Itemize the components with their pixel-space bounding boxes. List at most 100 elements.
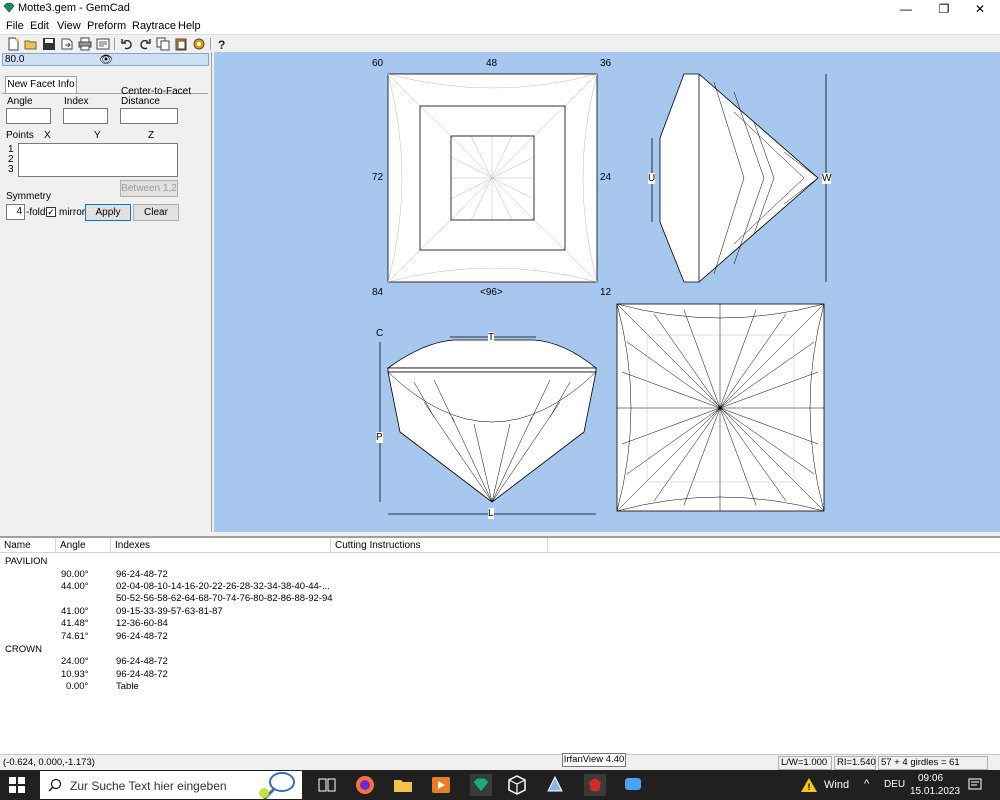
between-button[interactable]: Between 1,2 bbox=[120, 180, 178, 197]
index-label-24: 24 bbox=[600, 172, 612, 183]
index-label-96: <96> bbox=[480, 287, 503, 298]
dimension-l-label: L bbox=[488, 508, 494, 519]
search-icon bbox=[48, 778, 62, 792]
print-icon[interactable] bbox=[78, 37, 92, 51]
facet-indexes[interactable]: 96-24-48-72 bbox=[116, 569, 168, 580]
task-view-icon[interactable] bbox=[316, 774, 338, 796]
facet-indexes[interactable]: 96-24-48-72 bbox=[116, 669, 168, 680]
facet-angle[interactable]: 41.00° bbox=[61, 606, 89, 617]
gemcad-taskbar-icon[interactable] bbox=[470, 774, 492, 796]
gem-viewer-icon[interactable] bbox=[544, 774, 566, 796]
symmetry-label: Symmetry bbox=[6, 191, 51, 202]
points-textarea[interactable] bbox=[18, 143, 178, 177]
menu-preform[interactable]: Preform bbox=[87, 20, 126, 32]
facet-angle[interactable]: 90.00° bbox=[61, 569, 89, 580]
tab-new-facet-info[interactable]: New Facet Info bbox=[5, 76, 77, 93]
taskbar-tooltip: IrfanView 4.40 bbox=[562, 753, 626, 767]
facet-angle[interactable]: 44.00° bbox=[61, 581, 89, 592]
close-button[interactable]: ✕ bbox=[960, 0, 1000, 18]
column-cutting-instructions[interactable]: Cutting Instructions bbox=[331, 538, 548, 553]
fold-input[interactable]: 4 bbox=[6, 204, 25, 220]
menu-help[interactable]: Help bbox=[178, 20, 201, 32]
undo-icon[interactable] bbox=[120, 37, 134, 51]
notification-icon[interactable] bbox=[968, 778, 982, 792]
section-pavilion[interactable]: PAVILION bbox=[5, 556, 47, 567]
zoom-bar[interactable]: 80.0 👁 bbox=[2, 53, 209, 66]
point-num-3: 3 bbox=[8, 164, 14, 175]
irfanview-icon[interactable] bbox=[584, 774, 606, 796]
export-icon[interactable] bbox=[60, 37, 74, 51]
distance-input[interactable] bbox=[120, 108, 178, 124]
new-file-icon[interactable] bbox=[6, 37, 20, 51]
facet-indexes[interactable]: 02-04-08-10-14-16-20-22-26-28-32-34-38-4… bbox=[116, 581, 330, 592]
front-view bbox=[386, 339, 598, 503]
index-label-84: 84 bbox=[372, 287, 384, 298]
angle-input[interactable] bbox=[6, 108, 51, 124]
print-preview-icon[interactable] bbox=[96, 37, 110, 51]
settings-gear-icon[interactable] bbox=[192, 37, 206, 51]
copy-icon[interactable] bbox=[156, 37, 170, 51]
apply-button[interactable]: Apply bbox=[85, 204, 131, 221]
facet-indexes[interactable]: 50-52-56-58-62-64-68-70-74-76-80-82-86-8… bbox=[116, 593, 333, 604]
dimension-t-label: T bbox=[488, 332, 495, 343]
gem-drawing-canvas[interactable]: 60 48 36 72 24 84 <96> 12 U W C T P L bbox=[214, 52, 1000, 532]
facet-angle[interactable]: 0.00° bbox=[66, 681, 88, 692]
z-label: Z bbox=[148, 130, 155, 141]
index-label-60: 60 bbox=[372, 58, 384, 69]
facet-list-header: Name Angle Indexes Cutting Instructions bbox=[0, 538, 1000, 553]
menu-view[interactable]: View bbox=[57, 20, 81, 32]
section-crown[interactable]: CROWN bbox=[5, 644, 42, 655]
column-name[interactable]: Name bbox=[0, 538, 56, 553]
facet-indexes[interactable]: 12-36-60-84 bbox=[116, 618, 168, 629]
column-indexes[interactable]: Indexes bbox=[111, 538, 331, 553]
maximize-button[interactable]: ❐ bbox=[924, 0, 964, 18]
language-indicator[interactable]: DEU bbox=[884, 779, 905, 790]
menu-raytrace[interactable]: Raytrace bbox=[132, 20, 176, 32]
menu-file[interactable]: File bbox=[6, 20, 24, 32]
points-label: Points bbox=[6, 130, 34, 141]
facet-indexes[interactable]: 96-24-48-72 bbox=[116, 656, 168, 667]
paste-icon[interactable] bbox=[174, 37, 188, 51]
clear-button[interactable]: Clear bbox=[133, 204, 179, 221]
open-folder-icon[interactable] bbox=[24, 37, 38, 51]
mirror-checkbox[interactable]: ✓ bbox=[46, 207, 56, 217]
side-view bbox=[659, 73, 819, 283]
facet-angle[interactable]: 74.61° bbox=[61, 631, 89, 642]
facet-indexes[interactable]: 09-15-33-39-57-63-81-87 bbox=[116, 606, 223, 617]
top-view bbox=[387, 73, 598, 283]
redo-icon[interactable] bbox=[138, 37, 152, 51]
minimize-button[interactable]: — bbox=[886, 0, 926, 18]
facet-list: Name Angle Indexes Cutting Instructions … bbox=[0, 536, 1000, 754]
facet-indexes[interactable]: 96-24-48-72 bbox=[116, 631, 168, 642]
clock-time[interactable]: 09:06 bbox=[918, 773, 943, 784]
help-icon[interactable]: ? bbox=[214, 37, 228, 51]
menu-edit[interactable]: Edit bbox=[30, 20, 49, 32]
3d-box-icon[interactable] bbox=[506, 774, 528, 796]
weather-text[interactable]: Wind bbox=[824, 779, 849, 791]
column-angle[interactable]: Angle bbox=[56, 538, 111, 553]
clock-date[interactable]: 15.01.2023 bbox=[910, 786, 960, 797]
facet-angle[interactable]: 24.00° bbox=[61, 656, 89, 667]
index-label-36: 36 bbox=[600, 58, 612, 69]
search-placeholder: Zur Suche Text hier eingeben bbox=[70, 779, 227, 793]
taskbar-search-box[interactable]: Zur Suche Text hier eingeben bbox=[40, 771, 302, 799]
firefox-icon[interactable] bbox=[354, 774, 376, 796]
dimension-u-label: U bbox=[648, 173, 656, 184]
bottom-view bbox=[616, 303, 825, 512]
facet-angle[interactable]: 41.48° bbox=[61, 618, 89, 629]
facet-count: 57 + 4 girdles = 61 facets bbox=[878, 756, 988, 780]
angle-label: Angle bbox=[7, 96, 33, 107]
facet-indexes[interactable]: Table bbox=[116, 681, 139, 692]
weather-warning-icon[interactable]: ! bbox=[800, 777, 818, 793]
taskbar: Zur Suche Text hier eingeben ! Wind ^ DE… bbox=[0, 770, 1000, 800]
windows-start-icon[interactable] bbox=[9, 777, 25, 793]
eye-icon[interactable]: 👁 bbox=[99, 53, 113, 66]
media-player-icon[interactable] bbox=[430, 774, 452, 796]
file-explorer-icon[interactable] bbox=[392, 774, 414, 796]
chat-app-icon[interactable] bbox=[622, 774, 644, 796]
menu-bar: File Edit View Preform Raytrace Help bbox=[0, 18, 1000, 34]
index-input[interactable] bbox=[63, 108, 108, 124]
facet-angle[interactable]: 10.93° bbox=[61, 669, 89, 680]
tray-chevron-up-icon[interactable]: ^ bbox=[864, 778, 869, 790]
save-icon[interactable] bbox=[42, 37, 56, 51]
